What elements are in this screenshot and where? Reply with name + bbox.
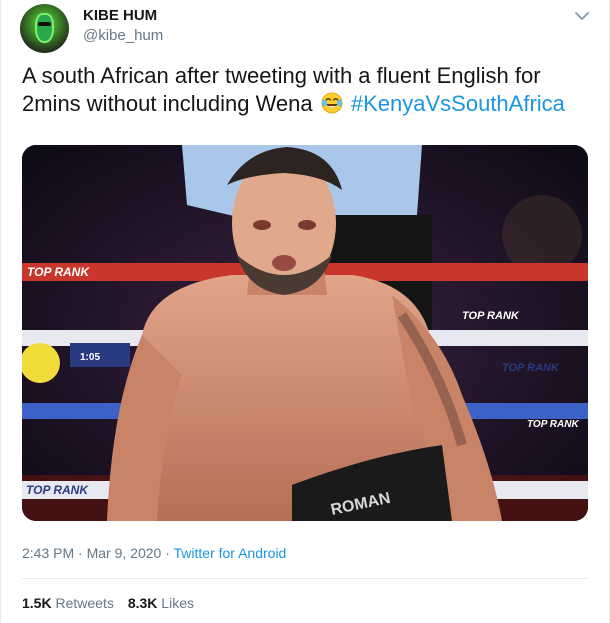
likes-label: Likes xyxy=(161,595,194,611)
tweet-text: A south African after tweeting with a fl… xyxy=(22,62,597,118)
meta-separator: · xyxy=(78,545,83,561)
likes-count: 8.3K xyxy=(127,595,158,611)
tweet-meta: 2:43 PM · Mar 9, 2020 · Twitter for Andr… xyxy=(22,545,286,561)
rope-banner-2: TOP RANK xyxy=(462,310,520,322)
likes-stat[interactable]: 8.3K Likes xyxy=(128,595,194,611)
avatar[interactable] xyxy=(20,4,69,53)
rope-banner-5: TOP RANK xyxy=(26,483,89,497)
ring-clock-text: 1:05 xyxy=(80,352,100,363)
hashtag-link[interactable]: #KenyaVsSouthAfrica xyxy=(351,91,565,116)
display-name[interactable]: KIBE HUM xyxy=(83,7,157,24)
rope-banner-1: TOP RANK xyxy=(27,265,90,279)
avatar-eyes xyxy=(38,22,51,26)
engagement-stats: 1.5K Retweets 8.3K Likes xyxy=(22,595,194,611)
tweet-media-photo[interactable]: TOP RANK TOP RANK TOP RANK TOP RANK TOP … xyxy=(22,145,588,521)
user-handle[interactable]: @kibe_hum xyxy=(83,27,163,44)
stats-divider xyxy=(22,578,588,579)
retweets-stat[interactable]: 1.5K Retweets xyxy=(22,595,114,611)
rope-banner-4: TOP RANK xyxy=(527,419,579,430)
avatar-mask-figure xyxy=(35,13,54,43)
tweet-time[interactable]: 2:43 PM xyxy=(22,545,74,561)
face-with-tears-of-joy-icon xyxy=(321,92,343,114)
tweet-source-link[interactable]: Twitter for Android xyxy=(174,545,287,561)
tweet-date[interactable]: Mar 9, 2020 xyxy=(87,545,162,561)
rope-banner-3: TOP RANK xyxy=(502,362,560,374)
chevron-down-icon[interactable] xyxy=(573,7,591,25)
card-left-border xyxy=(0,0,1,623)
retweets-label: Retweets xyxy=(55,595,114,611)
meta-separator-2: · xyxy=(165,545,170,561)
tweet-card: KIBE HUM @kibe_hum A south African after… xyxy=(0,0,610,623)
boxer-photo: TOP RANK TOP RANK TOP RANK TOP RANK TOP … xyxy=(22,145,588,521)
retweets-count: 1.5K xyxy=(22,595,52,611)
